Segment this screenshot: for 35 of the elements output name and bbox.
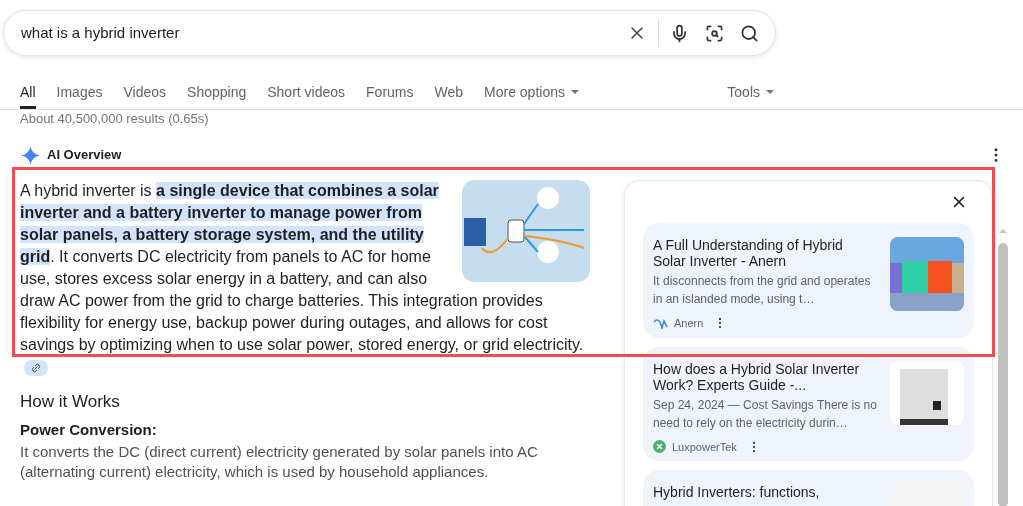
source-site: Anern	[674, 316, 704, 331]
link-chip[interactable]	[24, 360, 48, 376]
microphone-icon[interactable]	[670, 23, 689, 43]
source-snippet: It disconnects from the grid and operates in an islanded mode, using t…	[653, 273, 872, 308]
source-title[interactable]: A Full Understanding of Hybrid Solar Inverter - Anern	[653, 237, 878, 269]
source-card[interactable]: Hybrid Inverters: functions,	[643, 470, 974, 506]
point-text: It converts the DC (direct current) electricity generated by solar panels into AC (alternating current) electricity, which is used by household appliances.	[20, 442, 539, 482]
source-site: LuxpowerTek	[672, 439, 737, 455]
tools-button[interactable]: Tools	[727, 78, 774, 109]
tab[interactable]: All	[20, 78, 36, 109]
site-logo-icon	[653, 440, 666, 454]
sparkle-icon	[21, 145, 40, 165]
site-logo-icon	[653, 317, 668, 329]
scrollbar[interactable]	[998, 227, 1008, 506]
tab[interactable]: Forums	[366, 78, 414, 109]
source-card[interactable]: A Full Understanding of Hybrid Solar Inverter - Anern It disconnects from the grid and operates in an islanded mode, using t… Anern	[643, 223, 974, 338]
source-snippet: Sep 24, 2024 — Cost Savings There is no need to rely on the electricity durin…	[653, 396, 878, 432]
caret-icon	[766, 90, 774, 94]
camera-search-icon[interactable]	[705, 23, 724, 43]
tab[interactable]: More options	[484, 78, 579, 109]
search-icon[interactable]	[740, 23, 759, 43]
ai-overview-title: AI Overview	[47, 146, 122, 165]
source-card[interactable]: How does a Hybrid Solar Inverter Work? Experts Guide -... Sep 24, 2024 — Cost Savings There is no need to rely on the electricity durin… LuxpowerTek	[643, 346, 974, 461]
source-title[interactable]: How does a Hybrid Solar Inverter Work? Experts Guide -...	[653, 360, 878, 393]
section-heading: How it Works	[20, 391, 121, 413]
point-title: Power Conversion:	[20, 420, 158, 440]
source-title[interactable]: Hybrid Inverters: functions,	[653, 484, 878, 500]
result-stats: About 40,500,000 results (0.65s)	[19, 110, 210, 127]
tab[interactable]: Web	[434, 78, 464, 109]
tab[interactable]: Short videos	[267, 78, 346, 109]
tab[interactable]: Shopping	[187, 78, 247, 109]
search-input[interactable]: what is a hybrid inverter	[21, 21, 627, 45]
tab[interactable]: Videos	[123, 78, 167, 109]
caret-icon	[571, 90, 579, 94]
tab[interactable]: Images	[56, 78, 103, 109]
